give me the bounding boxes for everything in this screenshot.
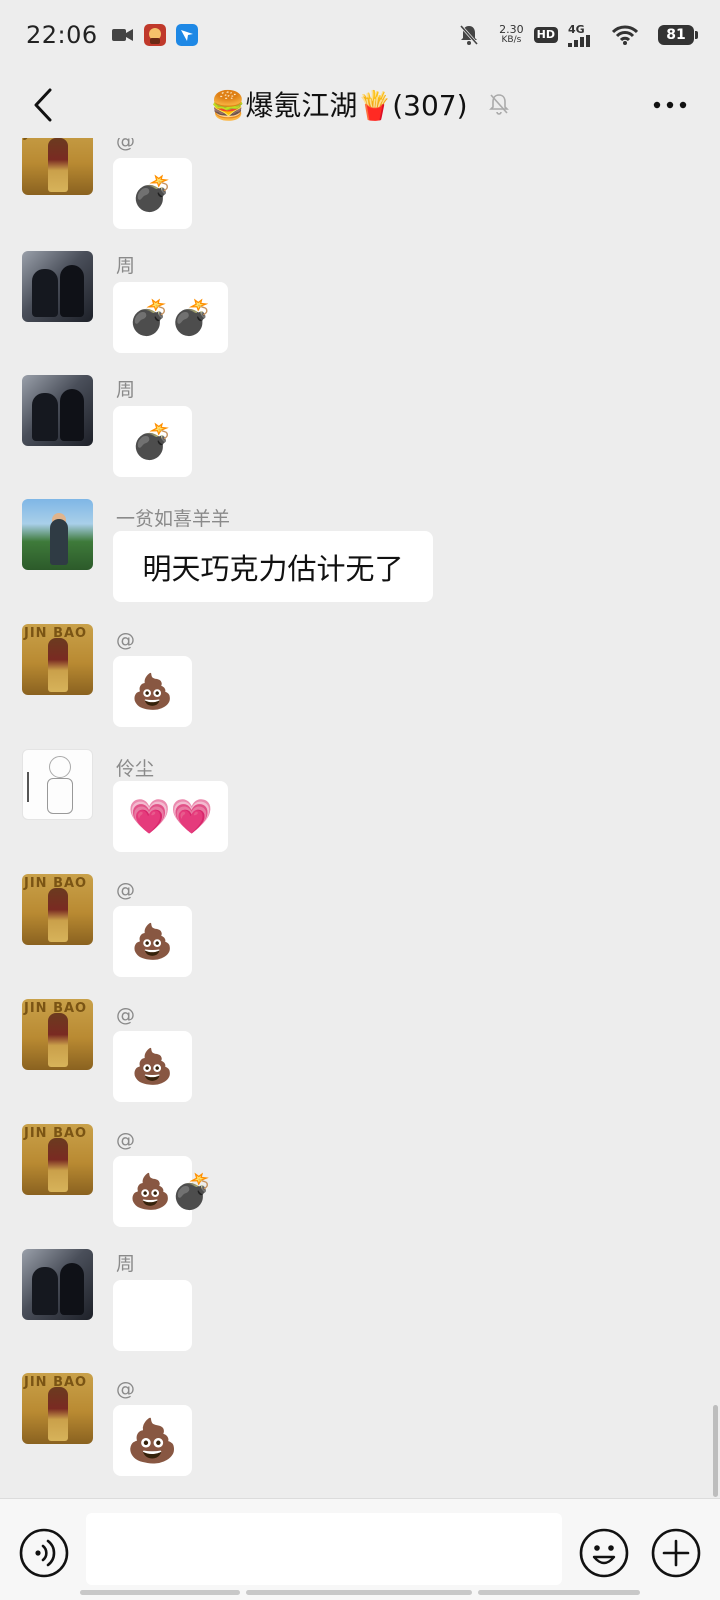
message-content: 明天巧克力估计无了 bbox=[142, 551, 404, 586]
message-content: 💩 bbox=[131, 921, 174, 962]
sender-name: @ bbox=[116, 629, 135, 651]
net-speed-unit: KB/s bbox=[501, 35, 522, 45]
bell-off-icon bbox=[488, 92, 510, 116]
hd-badge: HD bbox=[533, 27, 558, 43]
sender-name: @ bbox=[116, 1129, 135, 1151]
sender-name: @ bbox=[116, 1378, 135, 1400]
net-speed: 2.30 KB/s bbox=[499, 24, 524, 46]
sender-name: 一贫如喜羊羊 bbox=[116, 508, 231, 530]
message-bubble[interactable]: 💩 bbox=[113, 1405, 192, 1476]
status-bar: 22:06 2.30 KB/s HD 4G 81 bbox=[0, 0, 720, 70]
message-bubble[interactable]: 💣 bbox=[113, 158, 192, 229]
message-bubble[interactable]: 💩 bbox=[113, 906, 192, 977]
avatar[interactable] bbox=[22, 749, 93, 820]
avatar[interactable]: JIN BAO bbox=[22, 874, 93, 945]
navigation-app-icon bbox=[175, 24, 198, 46]
battery-indicator: 81 bbox=[658, 25, 698, 45]
chat-title: 🍔爆氪江湖🍟(307) bbox=[210, 89, 468, 122]
message-content: 💩 bbox=[131, 1046, 174, 1087]
message-bubble[interactable]: 💣 bbox=[113, 406, 192, 477]
avatar[interactable]: JIN BAO bbox=[22, 1124, 93, 1195]
message-bubble[interactable]: 💩💣 bbox=[113, 1156, 214, 1227]
message-content: 💗💗 bbox=[128, 796, 213, 837]
net-speed-value: 2.30 bbox=[499, 23, 524, 36]
title-wrap: 🍔爆氪江湖🍟(307) bbox=[210, 84, 509, 124]
message-bubble[interactable]: 💣💣 bbox=[113, 282, 228, 353]
title-bar: 🍔爆氪江湖🍟(307) bbox=[0, 70, 720, 138]
ellipsis-icon bbox=[653, 101, 687, 109]
more-button[interactable] bbox=[640, 80, 700, 130]
message-bubble[interactable]: 明天巧克力估计无了 bbox=[113, 531, 433, 602]
avatar[interactable]: JIN BAO bbox=[22, 999, 93, 1070]
sender-name: 伶尘 bbox=[116, 758, 155, 780]
network-label: 4G bbox=[568, 22, 585, 36]
message-content: 💣💣 bbox=[128, 297, 213, 338]
plus-button[interactable] bbox=[650, 1527, 702, 1579]
message-input[interactable] bbox=[86, 1513, 562, 1585]
voice-icon bbox=[19, 1528, 69, 1578]
sender-name: 周 bbox=[116, 255, 136, 277]
message-bubble[interactable]: 💗💗 bbox=[113, 781, 228, 852]
game-app-icon bbox=[143, 24, 166, 46]
avatar[interactable]: JIN BAO bbox=[22, 624, 93, 695]
status-time: 22:06 bbox=[26, 21, 98, 49]
video-camera-icon bbox=[111, 27, 134, 43]
chat-screen: 22:06 2.30 KB/s HD 4G 81 🍔爆氪江湖🍟(307) @ 💣… bbox=[0, 0, 720, 1600]
wifi-icon bbox=[612, 25, 638, 45]
input-bar bbox=[0, 1498, 720, 1600]
avatar[interactable] bbox=[22, 1249, 93, 1320]
scrollbar[interactable] bbox=[713, 1405, 718, 1497]
message-content: 💩💣 bbox=[129, 1171, 214, 1212]
message-bubble[interactable]: 💩 bbox=[113, 1031, 192, 1102]
plus-circle-icon bbox=[651, 1528, 701, 1578]
avatar[interactable]: JIN BAO bbox=[22, 138, 93, 195]
sender-name: 周 bbox=[116, 1253, 136, 1275]
chevron-left-icon bbox=[34, 88, 52, 122]
nav-indicator bbox=[80, 1590, 240, 1595]
avatar[interactable] bbox=[22, 499, 93, 570]
message-content: 💣 bbox=[131, 173, 174, 214]
message-content: 💣 bbox=[131, 421, 174, 462]
bell-off-icon bbox=[459, 24, 479, 46]
emoji-button[interactable] bbox=[578, 1527, 630, 1579]
sender-name: @ bbox=[116, 879, 135, 901]
signal-4g-icon: 4G bbox=[568, 24, 592, 47]
avatar[interactable]: JIN BAO bbox=[22, 1373, 93, 1444]
sender-name: 周 bbox=[116, 379, 136, 401]
message-content: 💩 bbox=[131, 671, 174, 712]
smile-icon bbox=[579, 1528, 629, 1578]
nav-indicator bbox=[246, 1590, 472, 1595]
avatar[interactable] bbox=[22, 251, 93, 322]
sender-name: @ bbox=[116, 138, 135, 152]
message-bubble[interactable]: 💩 bbox=[113, 656, 192, 727]
sender-name: @ bbox=[116, 1004, 135, 1026]
nav-indicator bbox=[478, 1590, 640, 1595]
message-content: 💩 bbox=[126, 1415, 179, 1465]
voice-button[interactable] bbox=[18, 1527, 70, 1579]
message-bubble[interactable] bbox=[113, 1280, 192, 1351]
avatar[interactable] bbox=[22, 375, 93, 446]
back-button[interactable] bbox=[18, 80, 68, 130]
status-right: 2.30 KB/s HD 4G 81 bbox=[459, 24, 698, 47]
message-list[interactable]: JIN BAO @ 💣 周 💣💣 周 💣 一贫如喜羊羊 bbox=[0, 138, 720, 1498]
